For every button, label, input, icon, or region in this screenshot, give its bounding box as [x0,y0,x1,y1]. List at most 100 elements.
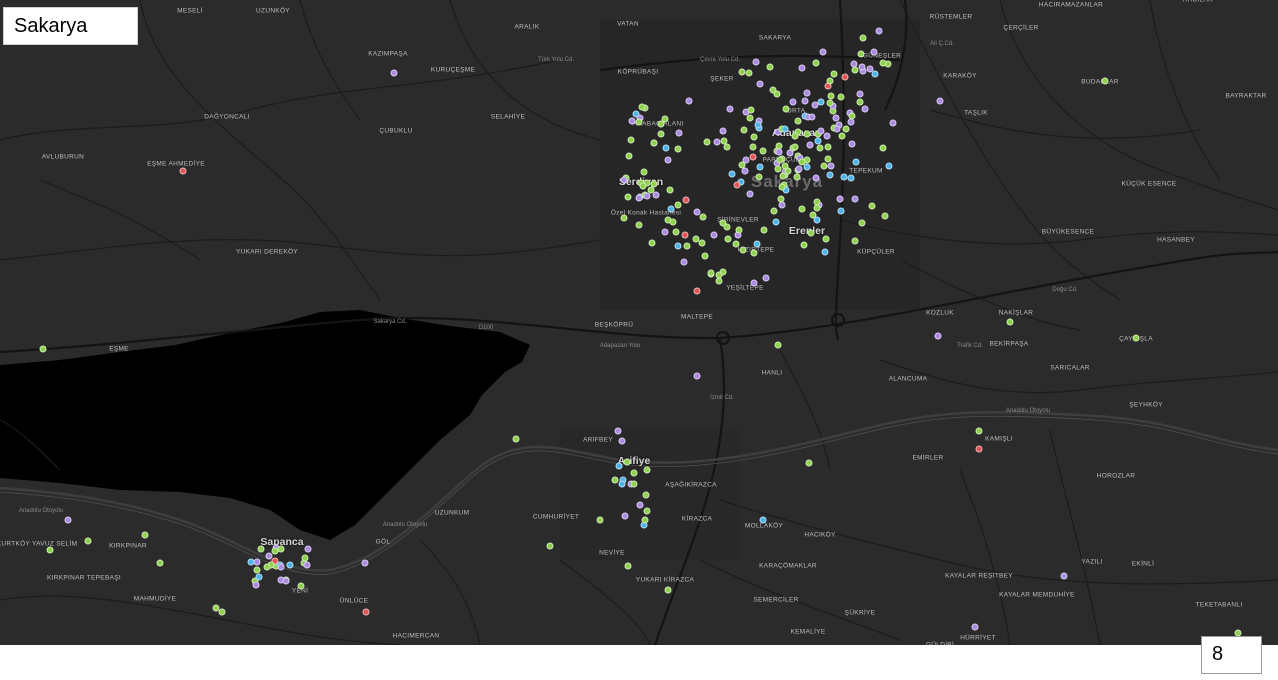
map-point-marker[interactable] [971,623,979,631]
map-point-marker[interactable] [630,469,638,477]
map-point-marker[interactable] [64,516,72,524]
map-point-marker[interactable] [779,172,787,180]
map-point-marker[interactable] [661,228,669,236]
map-point-marker[interactable] [871,70,879,78]
map-point-marker[interactable] [889,119,897,127]
map-point-marker[interactable] [657,130,665,138]
map-point-marker[interactable] [674,201,682,209]
map-point-marker[interactable] [732,240,740,248]
map-point-marker[interactable] [257,545,265,553]
map-point-marker[interactable] [672,228,680,236]
map-point-marker[interactable] [747,106,755,114]
map-point-marker[interactable] [801,97,809,105]
map-point-marker[interactable] [647,186,655,194]
map-point-marker[interactable] [837,93,845,101]
map-point-marker[interactable] [707,269,715,277]
map-point-marker[interactable] [814,137,822,145]
map-point-marker[interactable] [749,143,757,151]
map-point-marker[interactable] [664,156,672,164]
map-point-marker[interactable] [759,516,767,524]
map-point-marker[interactable] [625,152,633,160]
map-point-marker[interactable] [830,70,838,78]
map-point-marker[interactable] [847,174,855,182]
map-point-marker[interactable] [723,223,731,231]
map-point-marker[interactable] [664,586,672,594]
map-point-marker[interactable] [715,277,723,285]
map-point-marker[interactable] [685,97,693,105]
map-point-marker[interactable] [817,98,825,106]
map-point-marker[interactable] [720,137,728,145]
map-point-marker[interactable] [812,59,820,67]
map-point-marker[interactable] [750,279,758,287]
map-point-marker[interactable] [745,69,753,77]
map-point-marker[interactable] [936,97,944,105]
map-point-marker[interactable] [875,27,883,35]
map-point-marker[interactable] [726,105,734,113]
map-point-marker[interactable] [842,125,850,133]
map-point-marker[interactable] [870,48,878,56]
map-point-marker[interactable] [618,437,626,445]
map-point-marker[interactable] [848,140,856,148]
map-point-marker[interactable] [766,63,774,71]
map-point-marker[interactable] [179,167,187,175]
map-point-marker[interactable] [782,105,790,113]
map-point-marker[interactable] [750,249,758,257]
map-point-marker[interactable] [934,332,942,340]
map-point-marker[interactable] [620,214,628,222]
map-point-marker[interactable] [624,562,632,570]
map-point-marker[interactable] [253,558,261,566]
map-point-marker[interactable] [776,156,784,164]
map-point-marker[interactable] [666,186,674,194]
map-point-marker[interactable] [840,173,848,181]
map-point-marker[interactable] [263,563,271,571]
map-point-marker[interactable] [803,89,811,97]
map-point-marker[interactable] [793,173,801,181]
map-point-marker[interactable] [861,105,869,113]
map-point-marker[interactable] [885,162,893,170]
map-point-marker[interactable] [826,171,834,179]
map-point-marker[interactable] [819,48,827,56]
map-point-marker[interactable] [832,114,840,122]
map-point-marker[interactable] [774,165,782,173]
map-point-marker[interactable] [675,129,683,137]
map-point-marker[interactable] [638,103,646,111]
map-point-marker[interactable] [703,138,711,146]
map-point-marker[interactable] [156,559,164,567]
map-point-marker[interactable] [657,120,665,128]
map-point-marker[interactable] [615,462,623,470]
map-point-marker[interactable] [361,559,369,567]
map-point-marker[interactable] [277,545,285,553]
map-point-marker[interactable] [650,139,658,147]
map-point-marker[interactable] [746,114,754,122]
map-point-marker[interactable] [733,181,741,189]
map-point-marker[interactable] [596,516,604,524]
map-point-marker[interactable] [693,287,701,295]
map-point-marker[interactable] [837,207,845,215]
map-point-marker[interactable] [282,577,290,585]
map-point-marker[interactable] [674,145,682,153]
map-point-marker[interactable] [265,552,273,560]
map-point-marker[interactable] [692,235,700,243]
map-point-marker[interactable] [698,239,706,247]
map-point-marker[interactable] [798,64,806,72]
map-point-marker[interactable] [621,512,629,520]
map-point-marker[interactable] [821,248,829,256]
map-point-marker[interactable] [824,143,832,151]
map-point-marker[interactable] [851,237,859,245]
map-point-marker[interactable] [803,130,811,138]
map-point-marker[interactable] [798,158,806,166]
map-point-marker[interactable] [683,242,691,250]
map-point-marker[interactable] [639,182,647,190]
map-point-marker[interactable] [277,563,285,571]
map-point-marker[interactable] [682,196,690,204]
map-point-marker[interactable] [1060,572,1068,580]
map-point-marker[interactable] [643,192,651,200]
map-point-marker[interactable] [635,194,643,202]
map-point-marker[interactable] [640,168,648,176]
map-point-marker[interactable] [680,258,688,266]
map-point-marker[interactable] [824,155,832,163]
map-point-marker[interactable] [774,341,782,349]
map-point-marker[interactable] [856,98,864,106]
map-point-marker[interactable] [636,501,644,509]
map-point-marker[interactable] [735,226,743,234]
